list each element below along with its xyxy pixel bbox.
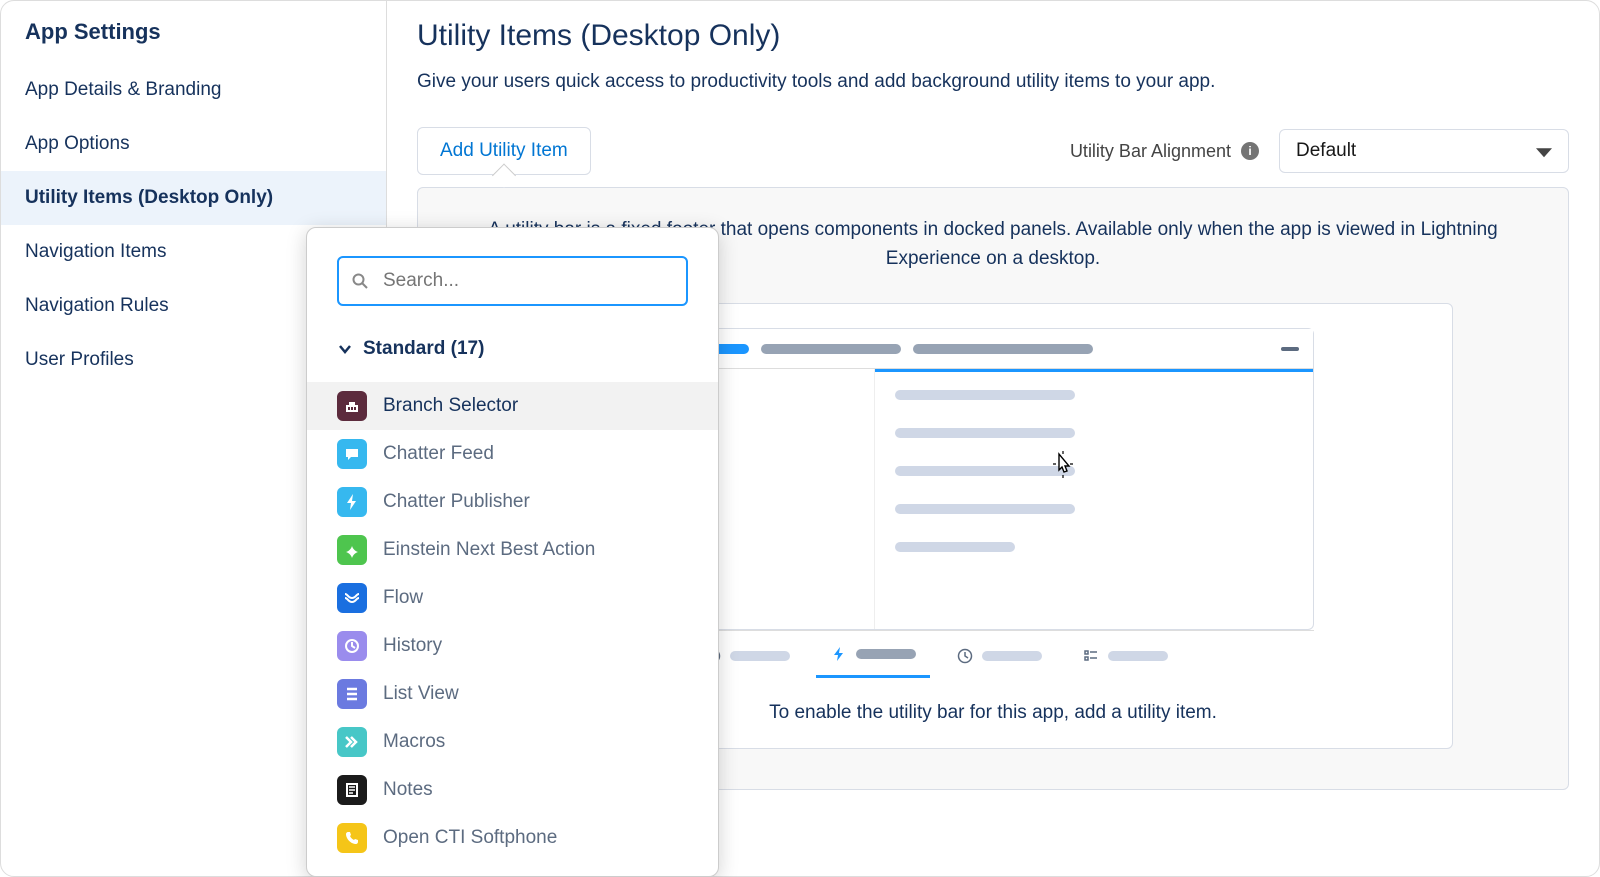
main-content: Utility Items (Desktop Only) Give your u…	[387, 1, 1599, 876]
dropdown-item-label: History	[383, 635, 688, 657]
dropdown-item-label: Chatter Publisher	[383, 491, 688, 513]
history-icon	[337, 631, 367, 661]
chevron-down-icon	[337, 341, 353, 357]
sidebar-item-utility-items[interactable]: Utility Items (Desktop Only)	[1, 171, 386, 225]
dropdown-item-label: Open CTI Softphone	[383, 827, 688, 849]
dropdown-item-chatter-feed[interactable]: Chatter Feed	[307, 430, 718, 478]
dropdown-item-label: Branch Selector	[383, 395, 688, 417]
phone-icon	[337, 823, 367, 853]
branch-icon	[337, 391, 367, 421]
dropdown-item-macros[interactable]: Macros	[307, 718, 718, 766]
dropdown-list: Branch Selector Chatter Feed Chatter Pub…	[307, 382, 718, 862]
dropdown-item-branch-selector[interactable]: Branch Selector	[307, 382, 718, 430]
page-title: Utility Items (Desktop Only)	[417, 19, 1569, 53]
dropdown-item-label: Macros	[383, 731, 688, 753]
sidebar-heading: App Settings	[1, 9, 386, 63]
utility-bar-alignment-select[interactable]: Default	[1279, 129, 1569, 173]
dropdown-item-einstein[interactable]: Einstein Next Best Action	[307, 526, 718, 574]
dropdown-item-label: List View	[383, 683, 688, 705]
flow-icon	[337, 583, 367, 613]
preview-tab-4	[1068, 635, 1182, 677]
einstein-icon	[337, 535, 367, 565]
dropdown-item-label: Chatter Feed	[383, 443, 688, 465]
dropdown-item-list-view[interactable]: List View	[307, 670, 718, 718]
preview-tab-2	[816, 633, 930, 678]
chatter-feed-icon	[337, 439, 367, 469]
select-value: Default	[1296, 140, 1356, 161]
dropdown-section-header[interactable]: Standard (17)	[307, 330, 718, 368]
dropdown-section-label: Standard (17)	[363, 338, 484, 360]
sidebar-item-app-details[interactable]: App Details & Branding	[1, 63, 386, 117]
checklist-icon	[1082, 647, 1100, 665]
dropdown-item-label: Einstein Next Best Action	[383, 539, 688, 561]
bolt-icon	[830, 645, 848, 663]
list-view-icon	[337, 679, 367, 709]
dropdown-item-notes[interactable]: Notes	[307, 766, 718, 814]
dropdown-item-label: Notes	[383, 779, 688, 801]
dropdown-item-chatter-publisher[interactable]: Chatter Publisher	[307, 478, 718, 526]
dropdown-search-wrapper	[337, 256, 688, 306]
dropdown-item-label: Flow	[383, 587, 688, 609]
page-subtitle: Give your users quick access to producti…	[417, 71, 1569, 93]
utility-bar-alignment-label: Utility Bar Alignment i	[1070, 141, 1259, 162]
dropdown-item-open-cti-softphone[interactable]: Open CTI Softphone	[307, 814, 718, 862]
preview-tab-3	[942, 635, 1056, 677]
add-utility-item-dropdown: Standard (17) Branch Selector Chatter Fe…	[306, 227, 719, 877]
search-icon	[351, 272, 369, 290]
dropdown-item-history[interactable]: History	[307, 622, 718, 670]
add-utility-item-button[interactable]: Add Utility Item	[417, 127, 591, 175]
minimize-icon	[1281, 347, 1299, 351]
macros-icon	[337, 727, 367, 757]
clock-icon	[956, 647, 974, 665]
sidebar-item-app-options[interactable]: App Options	[1, 117, 386, 171]
dropdown-item-flow[interactable]: Flow	[307, 574, 718, 622]
info-icon[interactable]: i	[1241, 142, 1259, 160]
notes-icon	[337, 775, 367, 805]
dropdown-search-input[interactable]	[337, 256, 688, 306]
chatter-publisher-icon	[337, 487, 367, 517]
